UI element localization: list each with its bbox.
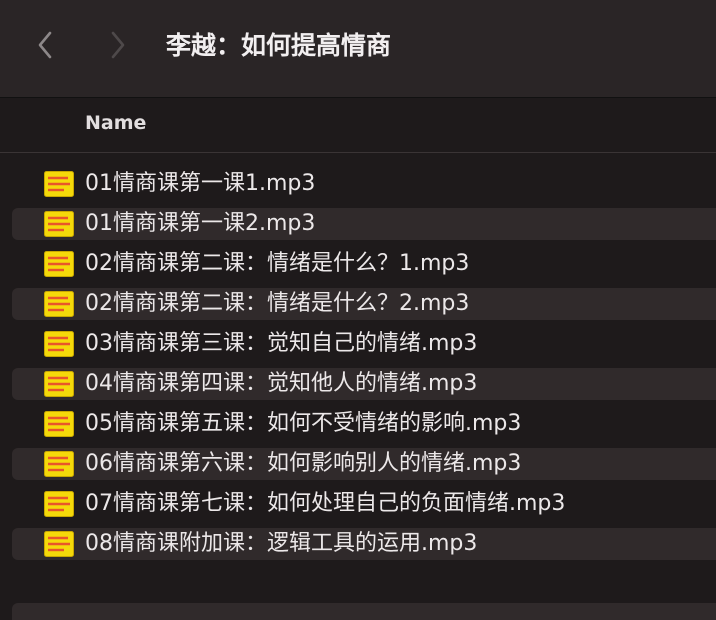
text-document-icon (44, 531, 74, 557)
empty-list-row (12, 603, 716, 620)
file-name: 08情商课附加课：逻辑工具的运用.mp3 (85, 531, 478, 556)
back-button[interactable] (30, 28, 60, 62)
file-name: 01情商课第一课1.mp3 (85, 171, 316, 196)
file-row[interactable]: 07情商课第七课：如何处理自己的负面情绪.mp3 (12, 488, 716, 520)
toolbar: 李越：如何提高情商 (0, 0, 716, 98)
file-row[interactable]: 01情商课第一课1.mp3 (12, 168, 716, 200)
text-document-icon (44, 491, 74, 517)
text-document-icon (44, 171, 74, 197)
text-document-icon (44, 211, 74, 237)
list-header: Name (0, 99, 716, 153)
chevron-left-icon (38, 31, 52, 59)
file-name: 03情商课第三课：觉知自己的情绪.mp3 (85, 331, 478, 356)
file-list: 01情商课第一课1.mp3 01情商课第一课2.mp3 02情商课第二课：情绪是什么… (0, 168, 716, 568)
file-name: 04情商课第四课：觉知他人的情绪.mp3 (85, 371, 478, 396)
finder-window: 李越：如何提高情商 Name 01情商课第一课1.mp3 01情商课第一课2.mp… (0, 0, 716, 620)
file-name: 06情商课第六课：如何影响别人的情绪.mp3 (85, 451, 522, 476)
text-document-icon (44, 451, 74, 477)
file-row[interactable]: 05情商课第五课：如何不受情绪的影响.mp3 (12, 408, 716, 440)
file-name: 07情商课第七课：如何处理自己的负面情绪.mp3 (85, 491, 566, 516)
file-row[interactable]: 08情商课附加课：逻辑工具的运用.mp3 (12, 528, 716, 560)
text-document-icon (44, 371, 74, 397)
file-name: 05情商课第五课：如何不受情绪的影响.mp3 (85, 411, 522, 436)
file-row[interactable]: 03情商课第三课：觉知自己的情绪.mp3 (12, 328, 716, 360)
file-row[interactable]: 01情商课第一课2.mp3 (12, 208, 716, 240)
forward-button[interactable] (103, 28, 133, 62)
text-document-icon (44, 251, 74, 277)
file-name: 01情商课第一课2.mp3 (85, 211, 316, 236)
file-name: 02情商课第二课：情绪是什么？2.mp3 (85, 291, 470, 316)
text-document-icon (44, 331, 74, 357)
text-document-icon (44, 411, 74, 437)
file-row[interactable]: 06情商课第六课：如何影响别人的情绪.mp3 (12, 448, 716, 480)
file-name: 02情商课第二课：情绪是什么？1.mp3 (85, 251, 470, 276)
text-document-icon (44, 291, 74, 317)
name-column-header[interactable]: Name (85, 112, 146, 134)
file-row[interactable]: 04情商课第四课：觉知他人的情绪.mp3 (12, 368, 716, 400)
file-row[interactable]: 02情商课第二课：情绪是什么？1.mp3 (12, 248, 716, 280)
window-title: 李越：如何提高情商 (166, 31, 392, 60)
file-row[interactable]: 02情商课第二课：情绪是什么？2.mp3 (12, 288, 716, 320)
chevron-right-icon (111, 31, 125, 59)
